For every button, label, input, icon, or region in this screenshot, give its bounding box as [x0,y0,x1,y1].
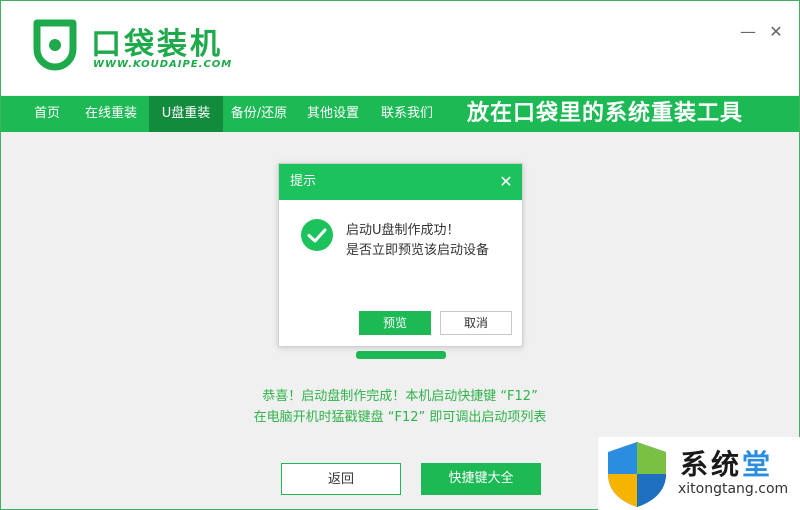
shield-icon [608,442,666,507]
nav-item-other-settings[interactable]: 其他设置 [299,96,367,132]
nav-item-home[interactable]: 首页 [21,96,73,132]
watermark-title-part2: 堂 [742,448,774,481]
brand-url: WWW.KOUDAIPE.COM [93,59,233,70]
brand-name: 口袋装机 [91,27,223,62]
success-check-icon [301,219,333,251]
dialog-title: 提示 [290,174,317,189]
nav-slogan: 放在口袋里的系统重装工具 [467,101,744,126]
success-dialog: 提示 ✕ 启动U盘制作成功！ 是否立即预览该启动设备 预览 取消 [278,163,523,347]
watermark-url: xitongtang.com [678,481,789,497]
preview-button[interactable]: 预览 [359,311,431,335]
app-header: 口袋装机 WWW.KOUDAIPE.COM — ✕ [1,1,799,95]
dialog-message-line1: 启动U盘制作成功！ [346,223,460,238]
shortcut-keys-button[interactable]: 快捷键大全 [421,463,541,495]
cancel-button[interactable]: 取消 [440,311,512,335]
dialog-close-icon[interactable]: ✕ [497,173,515,191]
back-button[interactable]: 返回 [281,463,401,495]
app-window: 口袋装机 WWW.KOUDAIPE.COM — ✕ 首页 在线重装 U盘重装 备… [0,0,800,510]
dialog-titlebar: 提示 ✕ [279,164,522,200]
close-window-button[interactable]: ✕ [767,23,785,41]
watermark: 系统堂 xitongtang.com [598,437,800,510]
notice-line1: 恭喜！启动盘制作完成！本机启动快捷键 “F12” [262,389,538,404]
minimize-button[interactable]: — [739,23,757,41]
nav-item-usb-reinstall[interactable]: U盘重装 [149,96,223,132]
watermark-title-part1: 系统 [680,448,743,481]
nav-item-online-reinstall[interactable]: 在线重装 [77,96,145,132]
nav-item-contact-us[interactable]: 联系我们 [373,96,441,132]
dialog-message-line2: 是否立即预览该启动设备 [346,243,490,258]
nav-item-backup-restore[interactable]: 备份/还原 [225,96,293,132]
koudai-logo-icon [33,19,77,71]
main-navbar: 首页 在线重装 U盘重装 备份/还原 其他设置 联系我们 放在口袋里的系统重装工… [1,96,799,132]
watermark-title: 系统堂 [680,443,773,483]
notice-line2: 在电脑开机时猛戳键盘 “F12” 即可调出启动项列表 [253,410,547,425]
